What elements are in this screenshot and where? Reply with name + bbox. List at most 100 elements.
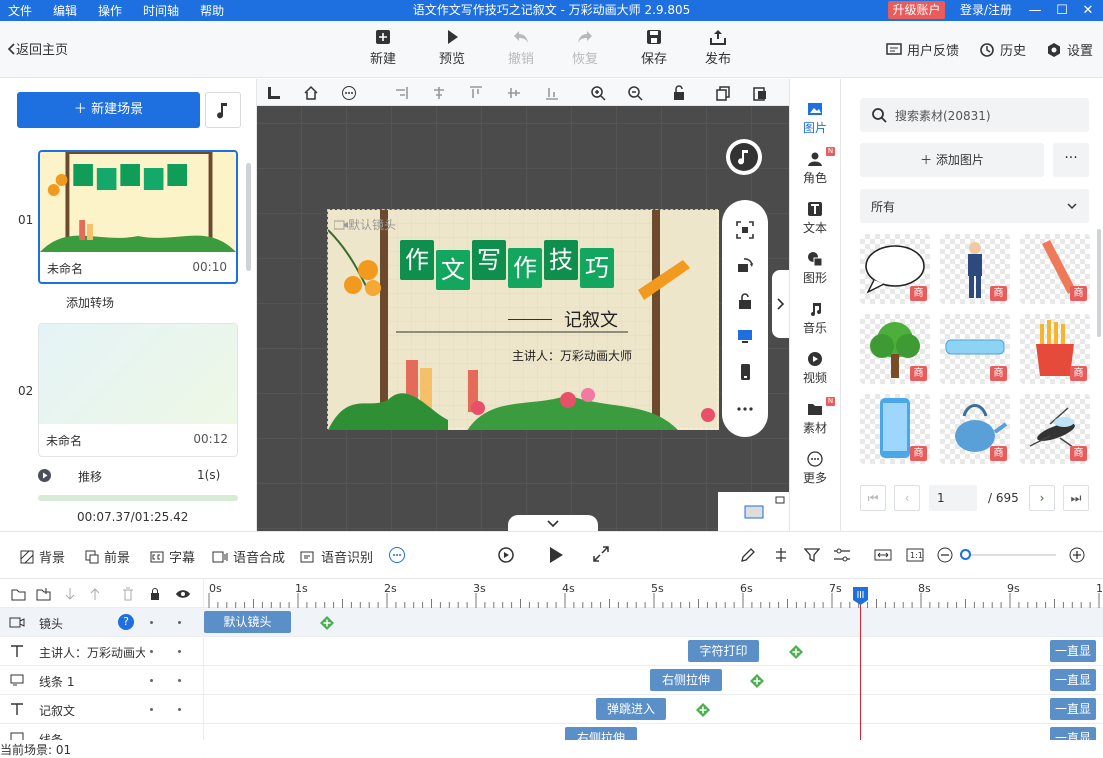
sliders-icon[interactable] <box>833 547 851 563</box>
visibility-dot[interactable] <box>150 679 153 682</box>
track-narrative[interactable]: 记叙文 弹跳进入 一直显 <box>0 695 1103 724</box>
more-options-button[interactable]: ··· <box>1053 143 1089 177</box>
tts-button[interactable]: 语音合成 <box>212 547 285 566</box>
add-effect-icon[interactable] <box>319 615 335 631</box>
timeline-collapse-handle[interactable] <box>508 515 598 531</box>
foreground-button[interactable]: 前景 <box>85 547 130 566</box>
track-clip[interactable]: 默认镜头 <box>204 611 291 633</box>
menu-help[interactable]: 帮助 <box>200 2 224 19</box>
copy-icon[interactable] <box>715 85 731 101</box>
menu-edit[interactable]: 编辑 <box>53 2 77 19</box>
asset-phone[interactable]: 商 <box>860 394 930 464</box>
asset-kettle[interactable]: 商 <box>940 394 1010 464</box>
phone-icon[interactable] <box>736 363 754 381</box>
home-icon[interactable] <box>303 85 319 101</box>
zoom-in-icon[interactable] <box>590 85 606 101</box>
move-down-icon[interactable] <box>62 586 78 602</box>
lock-dot[interactable] <box>178 650 181 653</box>
eye-icon[interactable] <box>175 586 191 602</box>
tab-character[interactable]: 角色 <box>790 151 840 186</box>
asset-tree[interactable]: 商 <box>860 314 930 384</box>
scene-card-01[interactable]: 未命名 00:10 <box>38 150 238 284</box>
add-effect-icon[interactable] <box>749 673 765 689</box>
history-button[interactable]: 历史 <box>979 40 1026 59</box>
menu-operate[interactable]: 操作 <box>98 2 122 19</box>
track-camera[interactable]: 镜头 ? 默认镜头 <box>0 608 1103 637</box>
preview-button[interactable]: 预览 <box>430 29 474 67</box>
split-icon[interactable] <box>773 547 789 563</box>
tab-shape[interactable]: 图形 <box>790 251 840 286</box>
align-right-icon[interactable] <box>393 85 409 101</box>
track-clip[interactable]: 右侧拉伸 <box>565 727 637 740</box>
add-image-button[interactable]: ＋ 添加图片 <box>860 143 1044 177</box>
asset-banner[interactable]: 商 <box>940 314 1010 384</box>
track-line[interactable]: 线条 右侧拉伸 一直显 <box>0 724 1103 740</box>
scene-music-button[interactable] <box>205 92 241 128</box>
tab-video[interactable]: 视频 <box>790 351 840 386</box>
visibility-dot[interactable] <box>150 650 153 653</box>
slide-title[interactable]: 作 文 写 作 技 巧 <box>400 240 616 290</box>
unlock-icon[interactable] <box>671 85 687 101</box>
track-clip[interactable]: 一直显 <box>1050 698 1096 720</box>
lock-icon[interactable] <box>736 292 754 310</box>
zoom-out-icon[interactable] <box>937 547 953 563</box>
add-effect-icon[interactable] <box>695 702 711 718</box>
rotate-icon[interactable] <box>736 256 754 274</box>
folder-import-icon[interactable] <box>36 586 52 602</box>
redo-button[interactable]: 恢复 <box>563 29 607 67</box>
tab-music[interactable]: 音乐 <box>790 301 840 336</box>
scene-card-03-edge[interactable] <box>38 495 238 501</box>
track-line-1[interactable]: 线条 1 右侧拉伸 一直显 <box>0 666 1103 695</box>
visibility-dot[interactable] <box>150 708 153 711</box>
last-page-button[interactable]: ⏭ <box>1063 485 1089 511</box>
scene-card-02[interactable]: 未命名 00:12 <box>38 323 238 457</box>
add-transition-link[interactable]: 添加转场 <box>66 294 114 311</box>
transition-name[interactable]: 推移 <box>78 468 102 485</box>
fit-width-icon[interactable] <box>874 547 892 563</box>
add-folder-icon[interactable] <box>11 586 27 602</box>
tab-material[interactable]: 素材 <box>790 401 840 436</box>
fullscreen-icon[interactable] <box>593 546 609 562</box>
asset-search[interactable]: 搜索素材(20831) <box>860 98 1089 132</box>
zoom-slider-handle[interactable] <box>960 549 971 560</box>
asset-businessman[interactable]: 商 <box>940 234 1010 304</box>
replay-icon[interactable] <box>497 546 515 564</box>
page-input[interactable]: 1 <box>929 485 977 511</box>
help-icon[interactable]: ? <box>118 614 134 630</box>
slide-presenter[interactable]: 主讲人：万彩动画大师 <box>512 347 632 364</box>
align-bottom-icon[interactable] <box>544 85 560 101</box>
subtitle-button[interactable]: 字幕 <box>150 547 195 566</box>
align-middle-icon[interactable] <box>506 85 522 101</box>
save-button[interactable]: 保存 <box>632 29 676 67</box>
tab-more[interactable]: 更多 <box>790 451 840 486</box>
zoom-out-icon[interactable] <box>627 85 643 101</box>
speech-recognition-button[interactable]: 语音识别 <box>300 547 373 566</box>
undo-button[interactable]: 撤销 <box>499 29 543 67</box>
lock-dot[interactable] <box>178 621 181 624</box>
add-effect-icon[interactable] <box>788 644 804 660</box>
next-page-button[interactable]: › <box>1029 485 1055 511</box>
background-button[interactable]: 背景 <box>20 547 65 566</box>
zoom-in-icon[interactable] <box>1069 547 1085 563</box>
track-clip[interactable]: 一直显 <box>1050 727 1096 740</box>
menu-file[interactable]: 文件 <box>8 2 32 19</box>
minimap[interactable] <box>718 492 789 531</box>
track-clip[interactable]: 弹跳进入 <box>596 698 666 720</box>
asset-speech-bubble[interactable]: 商 <box>860 234 930 304</box>
actual-size-icon[interactable]: 1:1 <box>906 547 924 563</box>
asset-scrollbar[interactable] <box>1097 229 1101 337</box>
monitor-icon[interactable] <box>736 327 754 345</box>
paste-icon[interactable] <box>752 85 768 101</box>
visibility-dot[interactable] <box>150 621 153 624</box>
edit-icon[interactable] <box>740 547 756 563</box>
new-scene-button[interactable]: ＋ 新建场景 <box>17 92 200 128</box>
settings-button[interactable]: 设置 <box>1046 40 1093 59</box>
back-home-button[interactable]: 返回主页 <box>6 39 68 58</box>
slide-subtitle[interactable]: 记叙文 <box>508 306 618 332</box>
play-icon[interactable] <box>546 545 566 565</box>
transition-play-icon[interactable] <box>38 469 51 482</box>
tab-image[interactable]: 图片 <box>790 101 840 136</box>
minimize-button[interactable]: — <box>1024 0 1046 21</box>
upgrade-button[interactable]: 升级账户 <box>888 1 945 19</box>
asset-fries[interactable]: 商 <box>1020 314 1090 384</box>
